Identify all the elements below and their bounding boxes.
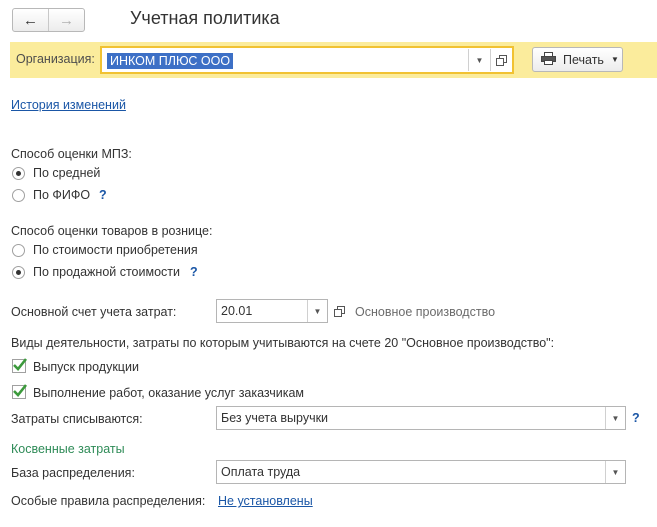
help-icon[interactable]: ? (632, 411, 640, 425)
back-arrow-icon: ← (23, 11, 38, 29)
chevron-down-icon[interactable]: ▼ (605, 461, 625, 483)
open-icon[interactable] (490, 49, 512, 71)
print-label: Печать (563, 52, 604, 67)
help-icon[interactable]: ? (190, 265, 198, 279)
chevron-down-icon: ▼ (610, 55, 619, 64)
radio-retail-sale[interactable] (12, 266, 25, 279)
chevron-down-icon[interactable]: ▼ (468, 49, 490, 71)
activity-product-output[interactable]: Выпуск продукции (33, 360, 139, 374)
writeoff-label: Затраты списываются: (11, 412, 143, 426)
mpz-option-fifo[interactable]: По ФИФО (33, 188, 90, 202)
distribution-base-label: База распределения: (11, 466, 135, 480)
printer-icon (541, 51, 556, 68)
indirect-costs-section: Косвенные затраты (11, 442, 125, 456)
cost-account-field[interactable]: 20.01 ▼ (216, 299, 328, 323)
activities-label: Виды деятельности, затраты по которым уч… (11, 336, 555, 350)
activity-services[interactable]: Выполнение работ, оказание услуг заказчи… (33, 386, 304, 400)
mpz-option-average[interactable]: По средней (33, 166, 100, 180)
chevron-down-icon[interactable]: ▼ (307, 300, 327, 322)
distribution-rules-link[interactable]: Не установлены (218, 494, 313, 508)
chevron-down-icon[interactable]: ▼ (605, 407, 625, 429)
checkmark-icon (13, 358, 28, 371)
cost-account-label: Основной счет учета затрат: (11, 305, 177, 319)
organization-label: Организация: (16, 52, 95, 66)
organization-field[interactable]: ИНКОМ ПЛЮС ООО ▼ (100, 46, 514, 74)
forward-button[interactable]: → (48, 9, 84, 31)
help-icon[interactable]: ? (99, 188, 107, 202)
retail-option-purchase[interactable]: По стоимости приобретения (33, 243, 198, 257)
back-button[interactable]: ← (13, 9, 48, 31)
radio-mpz-fifo[interactable] (12, 189, 25, 202)
writeoff-value: Без учета выручки (221, 411, 329, 425)
retail-option-sale[interactable]: По продажной стоимости (33, 265, 180, 279)
checkbox-product-output[interactable] (12, 358, 28, 373)
forward-arrow-icon: → (59, 11, 74, 29)
distribution-base-value: Оплата труда (221, 465, 301, 479)
radio-retail-purchase[interactable] (12, 244, 25, 257)
cost-account-value: 20.01 (221, 304, 253, 318)
writeoff-field[interactable]: Без учета выручки ▼ (216, 406, 626, 430)
distribution-rules-label: Особые правила распределения: (11, 494, 206, 508)
checkbox-services[interactable] (12, 384, 28, 399)
nav-buttons: ← → (12, 8, 85, 32)
retail-label: Способ оценки товаров в рознице: (11, 224, 213, 238)
distribution-base-field[interactable]: Оплата труда ▼ (216, 460, 626, 484)
radio-mpz-average[interactable] (12, 167, 25, 180)
history-link[interactable]: История изменений (11, 98, 126, 112)
page-title: Учетная политика (130, 8, 280, 28)
checkmark-icon (13, 384, 28, 397)
mpz-label: Способ оценки МПЗ: (11, 147, 132, 161)
print-button[interactable]: Печать ▼ (532, 47, 623, 72)
organization-value[interactable]: ИНКОМ ПЛЮС ООО (107, 53, 234, 69)
open-icon[interactable] (330, 300, 348, 322)
cost-account-description: Основное производство (355, 305, 496, 319)
